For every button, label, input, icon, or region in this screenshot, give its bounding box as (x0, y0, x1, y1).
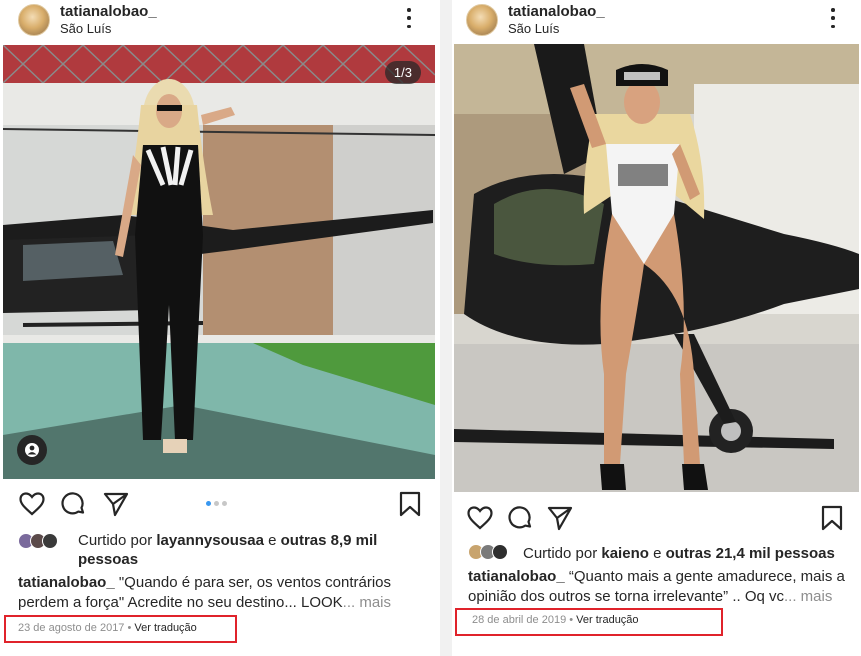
highlight-box (455, 608, 723, 636)
post-1: tatianalobao_ São Luís 1/3 Curtido por l… (0, 0, 440, 656)
post-header: tatianalobao_ São Luís (452, 0, 861, 44)
avatar[interactable] (466, 4, 498, 36)
likes-others[interactable]: outras 21,4 mil pessoas (666, 545, 835, 562)
username[interactable]: tatianalobao_ (508, 3, 605, 20)
highlight-box (4, 615, 237, 643)
bookmark-icon[interactable] (396, 490, 424, 518)
likes-prefix: Curtido por (523, 545, 598, 562)
avatar[interactable] (18, 4, 50, 36)
heart-outline-icon[interactable] (466, 504, 494, 532)
photo-illustration (454, 44, 859, 492)
comment-bubble-icon[interactable] (59, 490, 87, 518)
bookmark-icon[interactable] (818, 504, 846, 532)
comment-bubble-icon[interactable] (506, 504, 534, 532)
heart-outline-icon[interactable] (18, 490, 46, 518)
liked-by-username[interactable]: layannysousaa (156, 532, 264, 549)
caption: tatianalobao_ “Quanto mais a gente amadu… (468, 567, 853, 607)
likes-prefix: Curtido por (78, 532, 153, 549)
post-image[interactable]: 1/3 (3, 45, 435, 479)
user-tag-icon[interactable] (17, 435, 47, 465)
post-separator (440, 0, 452, 656)
more-options-icon[interactable] (830, 8, 836, 28)
likes-summary[interactable]: Curtido por kaieno e outras 21,4 mil pes… (523, 544, 858, 563)
likes-conj: e (653, 545, 662, 562)
paper-plane-icon[interactable] (546, 504, 574, 532)
action-bar (466, 504, 846, 534)
liked-by-username[interactable]: kaieno (601, 545, 649, 562)
caption: tatianalobao_ "Quando é para ser, os ven… (18, 573, 418, 613)
caption-more-link[interactable]: ... mais (343, 594, 391, 611)
carousel-dots (206, 501, 227, 506)
avatar (42, 533, 58, 549)
action-bar (18, 490, 422, 520)
liked-by-avatars (18, 533, 72, 553)
caption-username[interactable]: tatianalobao_ (468, 568, 565, 585)
carousel-dot (214, 501, 219, 506)
likes-summary[interactable]: Curtido por layannysousaa e outras 8,9 m… (78, 531, 408, 569)
caption-more-link[interactable]: ... mais (784, 588, 832, 605)
avatar (492, 544, 508, 560)
image-counter: 1/3 (384, 61, 421, 84)
carousel-dot (222, 501, 227, 506)
liked-by-avatars (468, 544, 522, 564)
location[interactable]: São Luís (60, 21, 111, 36)
caption-username[interactable]: tatianalobao_ (18, 574, 115, 591)
likes-conj: e (268, 532, 277, 549)
post-2: tatianalobao_ São Luís Curtido por kaien… (452, 0, 861, 656)
paper-plane-icon[interactable] (102, 490, 130, 518)
photo-illustration (3, 45, 435, 479)
carousel-dot-active (206, 501, 211, 506)
post-image[interactable] (454, 44, 859, 492)
more-options-icon[interactable] (406, 8, 412, 28)
post-header: tatianalobao_ São Luís (0, 0, 440, 44)
location[interactable]: São Luís (508, 21, 559, 36)
username[interactable]: tatianalobao_ (60, 3, 157, 20)
